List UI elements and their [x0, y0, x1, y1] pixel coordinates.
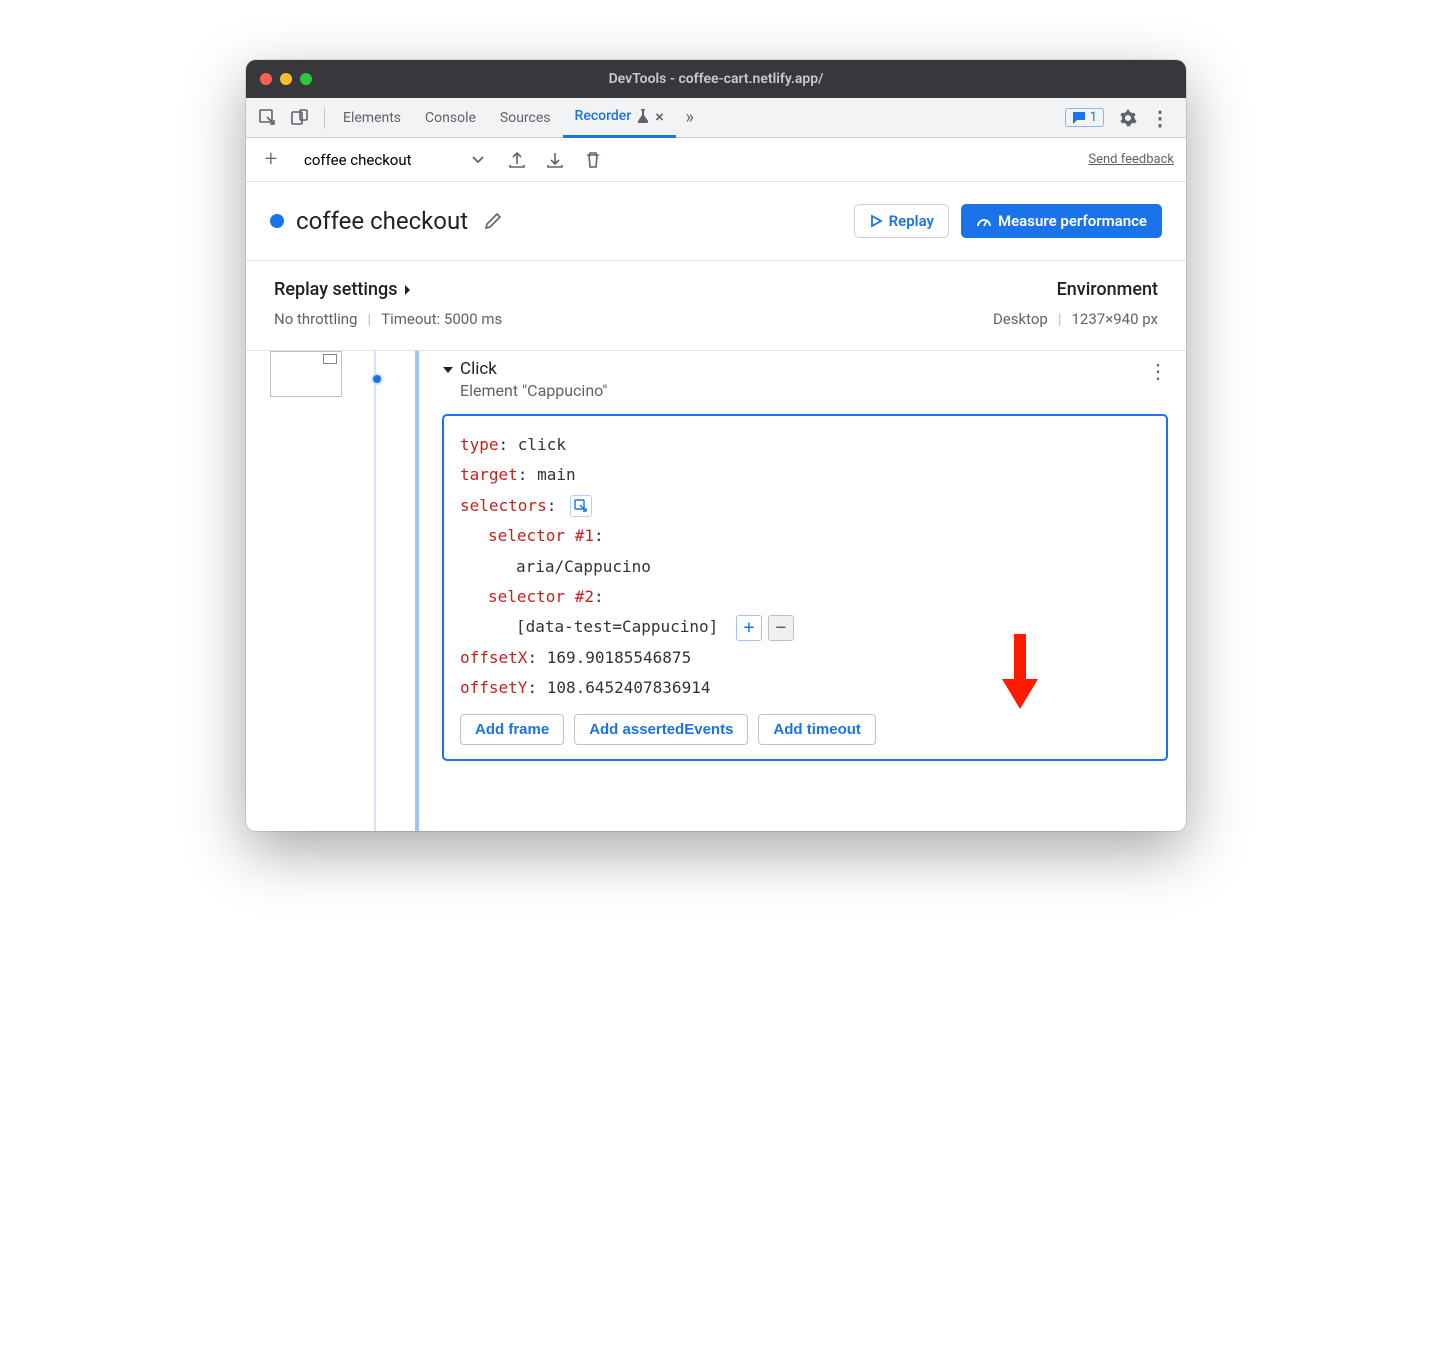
- screenshot-thumbnail[interactable]: [270, 351, 342, 397]
- flask-icon: [637, 109, 649, 123]
- recording-dropdown-label: coffee checkout: [304, 151, 412, 169]
- devtools-window: DevTools - coffee-cart.netlify.app/ Elem…: [246, 60, 1186, 831]
- add-frame-button[interactable]: Add frame: [460, 714, 564, 745]
- send-feedback-link[interactable]: Send feedback: [1088, 152, 1174, 167]
- pick-selector-button[interactable]: [570, 495, 592, 517]
- settings-icon[interactable]: [1114, 104, 1142, 132]
- val-selector2[interactable]: [data-test=Cappucino]: [516, 617, 718, 636]
- key-offsety: offsetY: [460, 678, 527, 697]
- add-asserted-events-button[interactable]: Add assertedEvents: [574, 714, 748, 745]
- delete-button[interactable]: [580, 147, 606, 173]
- viewport-value: 1237×940 px: [1072, 310, 1159, 328]
- step-name: Click: [460, 359, 607, 379]
- chevron-down-icon: [472, 156, 484, 164]
- divider: [324, 107, 325, 129]
- val-offsetx[interactable]: : 169.90185546875: [527, 648, 691, 667]
- step-details: type: click target: main selectors: sele…: [442, 414, 1168, 761]
- timeline-line: [374, 351, 376, 831]
- traffic-lights: [260, 73, 312, 85]
- window-title: DevTools - coffee-cart.netlify.app/: [246, 71, 1186, 87]
- timeline-rail: [415, 351, 419, 831]
- collapse-icon[interactable]: [442, 364, 454, 376]
- remove-selector-button[interactable]: −: [768, 615, 794, 641]
- settings-row: Replay settings No throttling | Timeout:…: [246, 261, 1186, 351]
- recorder-toolbar: + coffee checkout Send feedback: [246, 138, 1186, 182]
- add-selector-button[interactable]: +: [736, 615, 762, 641]
- key-type: type: [460, 435, 499, 454]
- recording-dropdown[interactable]: coffee checkout: [296, 147, 492, 173]
- recording-header: coffee checkout Replay Measure performan…: [246, 182, 1186, 261]
- divider: |: [367, 310, 371, 328]
- key-offsetx: offsetX: [460, 648, 527, 667]
- step-element: Element "Cappucino": [460, 381, 607, 400]
- environment-label: Environment: [993, 279, 1158, 300]
- replay-label: Replay: [889, 212, 934, 230]
- export-button[interactable]: [504, 147, 530, 173]
- devtools-tabbar: Elements Console Sources Recorder × » 1 …: [246, 98, 1186, 138]
- add-timeout-button[interactable]: Add timeout: [758, 714, 876, 745]
- import-button[interactable]: [542, 147, 568, 173]
- gauge-icon: [976, 214, 992, 228]
- tab-elements[interactable]: Elements: [331, 98, 413, 138]
- key-selectors: selectors: [460, 496, 547, 515]
- inspect-element-icon[interactable]: [254, 104, 282, 132]
- tab-sources[interactable]: Sources: [488, 98, 563, 138]
- val-target[interactable]: : main: [518, 465, 576, 484]
- val-selector1[interactable]: aria/Cappucino: [516, 557, 651, 576]
- zoom-window-button[interactable]: [300, 73, 312, 85]
- tab-console[interactable]: Console: [413, 98, 488, 138]
- key-selector2: selector #2: [488, 587, 594, 606]
- tab-recorder[interactable]: Recorder ×: [563, 98, 676, 138]
- steps-content: Click Element "Cappucino" ⋮ type: click …: [246, 351, 1186, 831]
- divider: |: [1058, 310, 1062, 328]
- issues-count: 1: [1090, 110, 1097, 125]
- close-tab-icon[interactable]: ×: [655, 107, 664, 126]
- edit-title-button[interactable]: [480, 208, 506, 234]
- tab-recorder-label: Recorder: [575, 108, 632, 124]
- val-type[interactable]: : click: [499, 435, 566, 454]
- val-offsety[interactable]: : 108.6452407836914: [527, 678, 710, 697]
- device-toolbar-icon[interactable]: [286, 104, 314, 132]
- replay-settings-toggle[interactable]: Replay settings: [274, 279, 993, 300]
- key-target: target: [460, 465, 518, 484]
- step-click: Click Element "Cappucino" ⋮ type: click …: [442, 359, 1168, 761]
- chevron-right-icon: [404, 284, 412, 296]
- key-selector1: selector #1: [488, 526, 594, 545]
- recording-title: coffee checkout: [296, 207, 468, 235]
- issues-chip[interactable]: 1: [1065, 108, 1104, 127]
- play-icon: [869, 214, 883, 228]
- measure-label: Measure performance: [998, 212, 1147, 230]
- new-recording-button[interactable]: +: [258, 147, 284, 173]
- timeout-value: Timeout: 5000 ms: [381, 310, 502, 328]
- minimize-window-button[interactable]: [280, 73, 292, 85]
- device-value: Desktop: [993, 310, 1048, 328]
- close-window-button[interactable]: [260, 73, 272, 85]
- replay-button[interactable]: Replay: [854, 204, 949, 238]
- kebab-menu-icon[interactable]: ⋮: [1146, 104, 1174, 132]
- chat-icon: [1072, 111, 1086, 125]
- recording-indicator-icon: [270, 214, 284, 228]
- throttling-value: No throttling: [274, 310, 357, 328]
- measure-performance-button[interactable]: Measure performance: [961, 204, 1162, 238]
- more-tabs-icon[interactable]: »: [676, 104, 704, 132]
- replay-settings-label: Replay settings: [274, 279, 398, 300]
- titlebar: DevTools - coffee-cart.netlify.app/: [246, 60, 1186, 98]
- step-menu-button[interactable]: ⋮: [1148, 359, 1168, 383]
